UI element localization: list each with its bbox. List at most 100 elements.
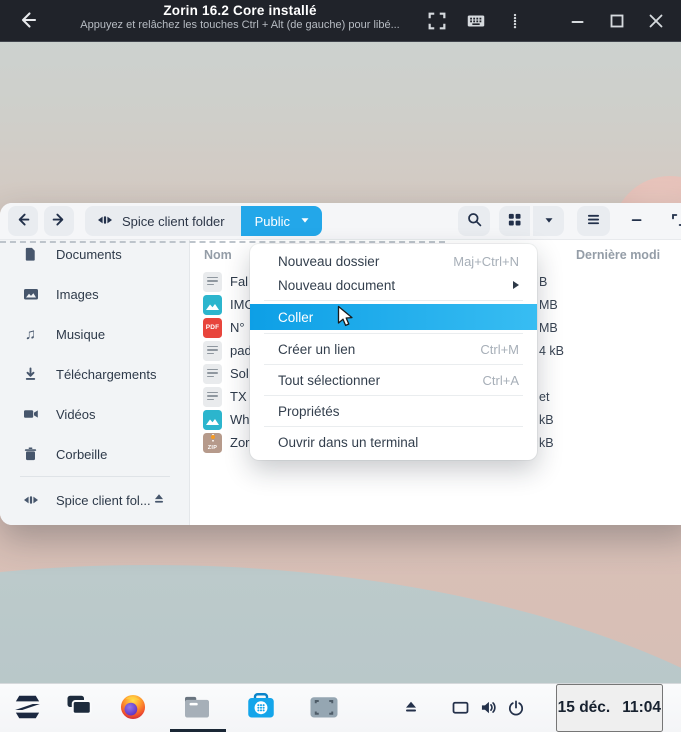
eject-icon bbox=[401, 698, 421, 721]
search-icon bbox=[465, 210, 484, 232]
menu-item-open-terminal[interactable]: Ouvrir dans un terminal bbox=[250, 430, 537, 454]
spice-drive-icon bbox=[22, 492, 39, 508]
taskbar-clock[interactable]: 15 déc. 11:04 bbox=[556, 684, 663, 732]
nav-back-button[interactable] bbox=[8, 206, 38, 236]
window-minimize-button[interactable] bbox=[624, 206, 650, 236]
viewer-title: Zorin 16.2 Core installé bbox=[0, 3, 480, 18]
back-icon bbox=[13, 210, 33, 233]
taskbar-firefox-button[interactable] bbox=[116, 691, 150, 725]
nav-forward-button[interactable] bbox=[44, 206, 74, 236]
viewer-minimize-button[interactable] bbox=[564, 7, 592, 35]
power-icon bbox=[506, 698, 526, 721]
menu-separator bbox=[264, 395, 523, 396]
date-label: 15 déc. bbox=[558, 699, 611, 717]
hamburger-icon bbox=[584, 210, 603, 232]
download-icon bbox=[22, 366, 39, 382]
sidebar-item-videos[interactable]: Vidéos bbox=[8, 400, 182, 428]
trash-icon bbox=[22, 446, 39, 462]
path-parent-label: Spice client folder bbox=[122, 214, 225, 229]
volume-icon bbox=[478, 697, 499, 721]
sidebar-item-trash[interactable]: Corbeille bbox=[8, 440, 182, 468]
file-size: et bbox=[539, 390, 549, 404]
menu-item-new-document[interactable]: Nouveau document bbox=[250, 273, 537, 297]
software-store-icon bbox=[243, 689, 279, 728]
mouse-cursor bbox=[337, 305, 357, 334]
file-name: TX bbox=[230, 389, 247, 404]
menu-item-properties[interactable]: Propriétés bbox=[250, 399, 537, 423]
keyboard-icon bbox=[465, 10, 487, 32]
menu-item-shortcut: Maj+Ctrl+N bbox=[453, 254, 519, 269]
sidebar-item-label: Documents bbox=[56, 247, 122, 262]
text-file-icon bbox=[203, 364, 222, 384]
menu-item-label: Créer un lien bbox=[278, 342, 355, 357]
sidebar: Documents Images ♫ Musique Télécharg bbox=[0, 240, 190, 525]
menu-item-create-link[interactable]: Créer un lien Ctrl+M bbox=[250, 337, 537, 361]
tray-eject-button[interactable] bbox=[399, 697, 423, 721]
view-options-caret-button[interactable] bbox=[533, 206, 564, 236]
viewer-controls bbox=[423, 0, 681, 42]
spice-drive-icon bbox=[97, 212, 113, 231]
file-size: kB bbox=[539, 436, 554, 450]
menu-item-paste[interactable]: Coller bbox=[250, 304, 537, 330]
viewer-fullscreen-button[interactable] bbox=[423, 7, 451, 35]
view-grid-button[interactable] bbox=[499, 206, 530, 236]
document-icon bbox=[22, 246, 39, 262]
menu-item-shortcut: Ctrl+A bbox=[483, 373, 519, 388]
view-caret-icon bbox=[542, 213, 556, 230]
taskbar-software-store-button[interactable] bbox=[244, 691, 278, 725]
file-name: N° bbox=[230, 320, 245, 335]
text-file-icon bbox=[203, 272, 222, 292]
sidebar-item-spice-client-folder[interactable]: Spice client fol... bbox=[8, 486, 182, 514]
viewer-more-button[interactable] bbox=[501, 7, 529, 35]
tray-display-button[interactable] bbox=[448, 697, 472, 721]
path-bar: Spice client folder Public bbox=[85, 206, 322, 236]
viewer-title-block: Zorin 16.2 Core installé Appuyez et relâ… bbox=[0, 3, 480, 31]
viewer-maximize-button[interactable] bbox=[603, 7, 631, 35]
forward-icon bbox=[49, 210, 69, 233]
menu-item-label: Tout sélectionner bbox=[278, 373, 380, 388]
sidebar-separator bbox=[20, 476, 170, 477]
tray-volume-button[interactable] bbox=[476, 697, 500, 721]
menu-separator bbox=[264, 333, 523, 334]
tray-power-button[interactable] bbox=[504, 697, 528, 721]
sidebar-item-label: Musique bbox=[56, 327, 105, 342]
menu-item-label: Ouvrir dans un terminal bbox=[278, 435, 418, 450]
path-segment-parent[interactable]: Spice client folder bbox=[85, 206, 241, 236]
column-header-name[interactable]: Nom bbox=[204, 248, 232, 262]
file-name: Zor bbox=[230, 435, 250, 450]
maximize-icon bbox=[606, 10, 628, 32]
menu-item-select-all[interactable]: Tout sélectionner Ctrl+A bbox=[250, 368, 537, 392]
viewer-close-button[interactable] bbox=[642, 7, 670, 35]
zorin-logo-icon bbox=[8, 689, 44, 728]
search-button[interactable] bbox=[458, 206, 490, 236]
eject-button[interactable] bbox=[146, 486, 172, 514]
viewer-keyboard-button[interactable] bbox=[462, 7, 490, 35]
sidebar-item-images[interactable]: Images bbox=[8, 280, 182, 308]
taskbar-files-button[interactable] bbox=[180, 691, 214, 725]
path-segment-current[interactable]: Public bbox=[241, 206, 322, 236]
sidebar-item-label: Vidéos bbox=[56, 407, 96, 422]
menu-item-new-folder[interactable]: Nouveau dossier Maj+Ctrl+N bbox=[250, 249, 537, 273]
menu-separator bbox=[264, 364, 523, 365]
file-size: MB bbox=[539, 298, 558, 312]
taskbar-screenshot-tool-button[interactable] bbox=[307, 691, 341, 725]
more-dots-icon bbox=[504, 10, 526, 32]
menu-separator bbox=[264, 300, 523, 301]
firefox-icon bbox=[116, 690, 150, 727]
sidebar-item-downloads[interactable]: Téléchargements bbox=[8, 360, 182, 388]
minimize-icon bbox=[628, 211, 646, 232]
menu-separator bbox=[264, 426, 523, 427]
file-manager-toolbar: Spice client folder Public bbox=[0, 203, 681, 240]
menu-item-label: Propriétés bbox=[278, 404, 340, 419]
music-icon: ♫ bbox=[22, 327, 39, 342]
grid-view-icon bbox=[506, 211, 523, 231]
file-name: Sol bbox=[230, 366, 249, 381]
taskbar-task-view-button[interactable] bbox=[61, 691, 95, 725]
column-header-modified[interactable]: Dernière modi bbox=[576, 248, 681, 262]
window-restore-button[interactable] bbox=[664, 206, 681, 236]
screenshot-tool-icon bbox=[306, 689, 342, 728]
window-menu-button[interactable] bbox=[577, 206, 610, 236]
sidebar-item-music[interactable]: ♫ Musique bbox=[8, 320, 182, 348]
sidebar-item-documents[interactable]: Documents bbox=[8, 240, 182, 268]
taskbar-zorin-menu-button[interactable] bbox=[9, 691, 43, 725]
